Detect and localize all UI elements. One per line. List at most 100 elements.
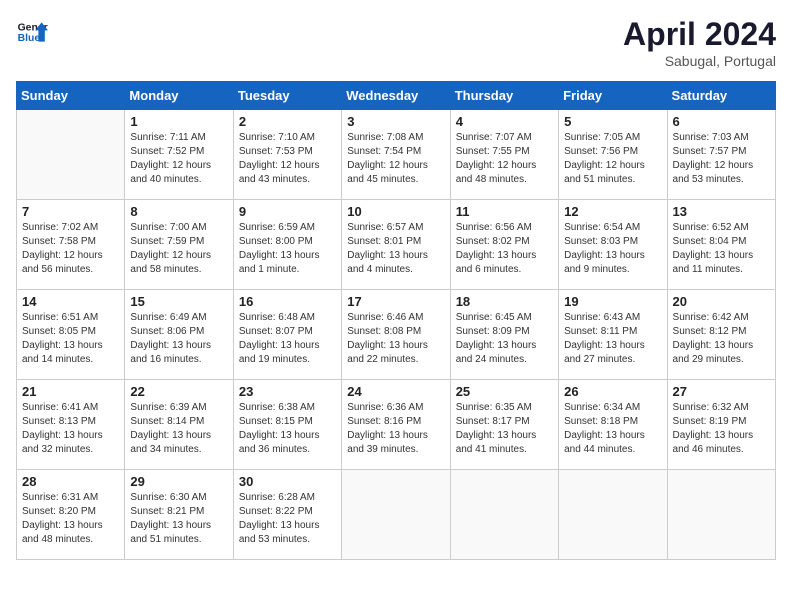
calendar-cell: 17 Sunrise: 6:46 AMSunset: 8:08 PMDayligh… bbox=[342, 290, 450, 380]
day-number: 9 bbox=[239, 204, 336, 219]
day-info: Sunrise: 6:57 AMSunset: 8:01 PMDaylight:… bbox=[347, 221, 444, 277]
calendar-cell bbox=[559, 470, 667, 560]
day-info: Sunrise: 6:32 AMSunset: 8:19 PMDaylight:… bbox=[673, 401, 770, 457]
day-number: 15 bbox=[130, 294, 227, 309]
calendar-cell: 10 Sunrise: 6:57 AMSunset: 8:01 PMDayligh… bbox=[342, 200, 450, 290]
day-info: Sunrise: 7:05 AMSunset: 7:56 PMDaylight:… bbox=[564, 131, 661, 187]
day-number: 21 bbox=[22, 384, 119, 399]
day-info: Sunrise: 6:43 AMSunset: 8:11 PMDaylight:… bbox=[564, 311, 661, 367]
weekday-header-wednesday: Wednesday bbox=[342, 82, 450, 110]
day-info: Sunrise: 6:42 AMSunset: 8:12 PMDaylight:… bbox=[673, 311, 770, 367]
day-number: 19 bbox=[564, 294, 661, 309]
calendar-cell: 20 Sunrise: 6:42 AMSunset: 8:12 PMDayligh… bbox=[667, 290, 775, 380]
day-info: Sunrise: 6:28 AMSunset: 8:22 PMDaylight:… bbox=[239, 491, 336, 547]
weekday-header-saturday: Saturday bbox=[667, 82, 775, 110]
day-number: 26 bbox=[564, 384, 661, 399]
calendar-cell: 18 Sunrise: 6:45 AMSunset: 8:09 PMDayligh… bbox=[450, 290, 558, 380]
title-block: April 2024 Sabugal, Portugal bbox=[623, 16, 776, 69]
day-info: Sunrise: 6:54 AMSunset: 8:03 PMDaylight:… bbox=[564, 221, 661, 277]
calendar-cell: 14 Sunrise: 6:51 AMSunset: 8:05 PMDayligh… bbox=[17, 290, 125, 380]
day-info: Sunrise: 6:34 AMSunset: 8:18 PMDaylight:… bbox=[564, 401, 661, 457]
weekday-header-sunday: Sunday bbox=[17, 82, 125, 110]
svg-text:Blue: Blue bbox=[18, 33, 41, 44]
calendar-table: SundayMondayTuesdayWednesdayThursdayFrid… bbox=[16, 81, 776, 560]
calendar-cell: 16 Sunrise: 6:48 AMSunset: 8:07 PMDayligh… bbox=[233, 290, 341, 380]
location-subtitle: Sabugal, Portugal bbox=[623, 53, 776, 69]
day-info: Sunrise: 6:59 AMSunset: 8:00 PMDaylight:… bbox=[239, 221, 336, 277]
calendar-cell: 22Sunrise: 6:39 AMSunset: 8:14 PMDayligh… bbox=[125, 380, 233, 470]
day-number: 17 bbox=[347, 294, 444, 309]
day-number: 12 bbox=[564, 204, 661, 219]
calendar-cell bbox=[450, 470, 558, 560]
calendar-cell: 28 Sunrise: 6:31 AMSunset: 8:20 PMDayligh… bbox=[17, 470, 125, 560]
month-title: April 2024 bbox=[623, 16, 776, 53]
calendar-cell: 4 Sunrise: 7:07 AMSunset: 7:55 PMDaylight… bbox=[450, 110, 558, 200]
day-info: Sunrise: 6:45 AMSunset: 8:09 PMDaylight:… bbox=[456, 311, 553, 367]
day-info: Sunrise: 6:35 AMSunset: 8:17 PMDaylight:… bbox=[456, 401, 553, 457]
calendar-cell: 12 Sunrise: 6:54 AMSunset: 8:03 PMDayligh… bbox=[559, 200, 667, 290]
calendar-cell: 19 Sunrise: 6:43 AMSunset: 8:11 PMDayligh… bbox=[559, 290, 667, 380]
day-number: 23 bbox=[239, 384, 336, 399]
calendar-week-row: 21Sunrise: 6:41 AMSunset: 8:13 PMDayligh… bbox=[17, 380, 776, 470]
calendar-cell: 5Sunrise: 7:05 AMSunset: 7:56 PMDaylight… bbox=[559, 110, 667, 200]
day-number: 20 bbox=[673, 294, 770, 309]
day-number: 6 bbox=[673, 114, 770, 129]
calendar-week-row: 14 Sunrise: 6:51 AMSunset: 8:05 PMDayligh… bbox=[17, 290, 776, 380]
day-number: 16 bbox=[239, 294, 336, 309]
day-number: 10 bbox=[347, 204, 444, 219]
day-number: 11 bbox=[456, 204, 553, 219]
day-number: 4 bbox=[456, 114, 553, 129]
calendar-cell: 21Sunrise: 6:41 AMSunset: 8:13 PMDayligh… bbox=[17, 380, 125, 470]
calendar-cell: 26 Sunrise: 6:34 AMSunset: 8:18 PMDayligh… bbox=[559, 380, 667, 470]
calendar-cell: 13Sunrise: 6:52 AMSunset: 8:04 PMDayligh… bbox=[667, 200, 775, 290]
calendar-cell: 15 Sunrise: 6:49 AMSunset: 8:06 PMDayligh… bbox=[125, 290, 233, 380]
weekday-header-thursday: Thursday bbox=[450, 82, 558, 110]
day-info: Sunrise: 6:30 AMSunset: 8:21 PMDaylight:… bbox=[130, 491, 227, 547]
day-number: 28 bbox=[22, 474, 119, 489]
weekday-header-row: SundayMondayTuesdayWednesdayThursdayFrid… bbox=[17, 82, 776, 110]
page-header: General Blue April 2024 Sabugal, Portuga… bbox=[16, 16, 776, 69]
day-number: 8 bbox=[130, 204, 227, 219]
day-info: Sunrise: 6:51 AMSunset: 8:05 PMDaylight:… bbox=[22, 311, 119, 367]
calendar-week-row: 28 Sunrise: 6:31 AMSunset: 8:20 PMDayligh… bbox=[17, 470, 776, 560]
calendar-cell: 30 Sunrise: 6:28 AMSunset: 8:22 PMDayligh… bbox=[233, 470, 341, 560]
day-info: Sunrise: 7:07 AMSunset: 7:55 PMDaylight:… bbox=[456, 131, 553, 187]
calendar-cell: 3Sunrise: 7:08 AMSunset: 7:54 PMDaylight… bbox=[342, 110, 450, 200]
calendar-week-row: 7 Sunrise: 7:02 AMSunset: 7:58 PMDaylight… bbox=[17, 200, 776, 290]
calendar-cell: 29 Sunrise: 6:30 AMSunset: 8:21 PMDayligh… bbox=[125, 470, 233, 560]
day-number: 29 bbox=[130, 474, 227, 489]
day-info: Sunrise: 6:46 AMSunset: 8:08 PMDaylight:… bbox=[347, 311, 444, 367]
logo-icon: General Blue bbox=[16, 16, 48, 48]
day-number: 22 bbox=[130, 384, 227, 399]
calendar-week-row: 1 Sunrise: 7:11 AMSunset: 7:52 PMDaylight… bbox=[17, 110, 776, 200]
calendar-cell: 1 Sunrise: 7:11 AMSunset: 7:52 PMDaylight… bbox=[125, 110, 233, 200]
day-number: 3 bbox=[347, 114, 444, 129]
day-info: Sunrise: 7:03 AMSunset: 7:57 PMDaylight:… bbox=[673, 131, 770, 187]
calendar-cell bbox=[342, 470, 450, 560]
day-info: Sunrise: 6:38 AMSunset: 8:15 PMDaylight:… bbox=[239, 401, 336, 457]
day-info: Sunrise: 6:48 AMSunset: 8:07 PMDaylight:… bbox=[239, 311, 336, 367]
day-info: Sunrise: 6:31 AMSunset: 8:20 PMDaylight:… bbox=[22, 491, 119, 547]
day-number: 1 bbox=[130, 114, 227, 129]
day-number: 30 bbox=[239, 474, 336, 489]
calendar-cell: 24Sunrise: 6:36 AMSunset: 8:16 PMDayligh… bbox=[342, 380, 450, 470]
calendar-cell: 8 Sunrise: 7:00 AMSunset: 7:59 PMDaylight… bbox=[125, 200, 233, 290]
calendar-cell: 11 Sunrise: 6:56 AMSunset: 8:02 PMDayligh… bbox=[450, 200, 558, 290]
calendar-cell: 9 Sunrise: 6:59 AMSunset: 8:00 PMDaylight… bbox=[233, 200, 341, 290]
calendar-cell: 25Sunrise: 6:35 AMSunset: 8:17 PMDayligh… bbox=[450, 380, 558, 470]
day-info: Sunrise: 6:52 AMSunset: 8:04 PMDaylight:… bbox=[673, 221, 770, 277]
day-info: Sunrise: 6:49 AMSunset: 8:06 PMDaylight:… bbox=[130, 311, 227, 367]
day-info: Sunrise: 7:11 AMSunset: 7:52 PMDaylight:… bbox=[130, 131, 227, 187]
day-info: Sunrise: 7:02 AMSunset: 7:58 PMDaylight:… bbox=[22, 221, 119, 277]
day-number: 18 bbox=[456, 294, 553, 309]
day-info: Sunrise: 7:00 AMSunset: 7:59 PMDaylight:… bbox=[130, 221, 227, 277]
calendar-cell bbox=[667, 470, 775, 560]
day-number: 14 bbox=[22, 294, 119, 309]
day-info: Sunrise: 6:56 AMSunset: 8:02 PMDaylight:… bbox=[456, 221, 553, 277]
calendar-cell: 2Sunrise: 7:10 AMSunset: 7:53 PMDaylight… bbox=[233, 110, 341, 200]
day-number: 7 bbox=[22, 204, 119, 219]
calendar-cell: 27Sunrise: 6:32 AMSunset: 8:19 PMDayligh… bbox=[667, 380, 775, 470]
day-number: 24 bbox=[347, 384, 444, 399]
weekday-header-monday: Monday bbox=[125, 82, 233, 110]
weekday-header-tuesday: Tuesday bbox=[233, 82, 341, 110]
